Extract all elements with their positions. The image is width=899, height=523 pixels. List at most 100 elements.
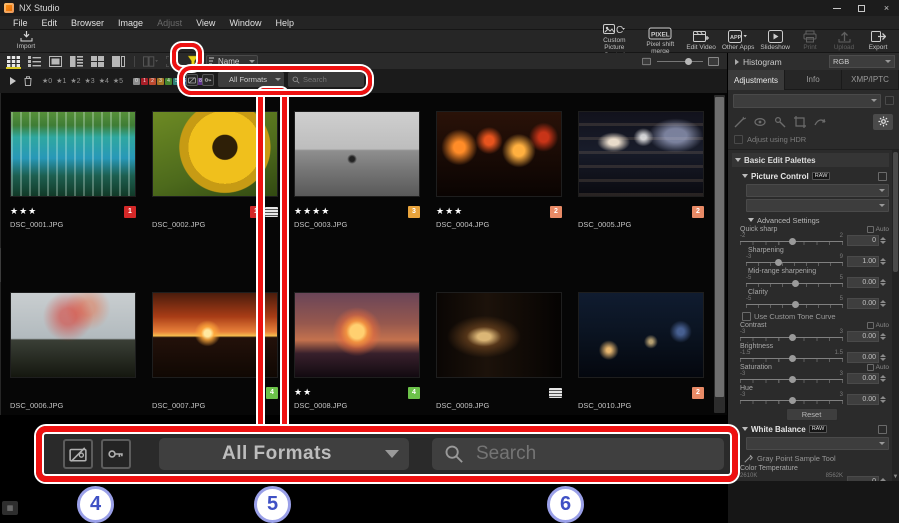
view-single-button[interactable] [48,55,63,67]
slider-value-box[interactable]: 0.00 [847,394,879,405]
slider-track-area[interactable]: -33 [740,330,843,343]
slider-track[interactable] [746,262,843,263]
protected-filter-button-zoomed[interactable] [101,439,131,469]
reset-button[interactable]: Reset [786,408,838,421]
slider-value-box[interactable]: 0.00 [847,352,879,363]
red-eye-icon[interactable] [754,116,766,128]
slider-value-box[interactable]: 1.00 [847,256,879,267]
star-filter-0[interactable]: ★0 [42,77,52,85]
temp-value-box[interactable]: 0 [847,476,879,481]
spinner-arrows[interactable] [880,396,886,403]
spinner-arrows[interactable] [880,300,886,307]
photo-cell[interactable]: ★★★★3DSC_0003.JPG [290,93,432,234]
menu-item-image[interactable]: Image [111,18,150,28]
sort-dropdown[interactable]: Name [206,55,258,67]
slider-track-area[interactable]: -22 [740,234,843,247]
menu-item-edit[interactable]: Edit [35,18,65,28]
star-filter-5[interactable]: ★5 [113,77,123,85]
slider-thumb[interactable] [792,301,799,308]
photo-thumbnail[interactable] [152,111,278,197]
spinner-arrows[interactable] [880,354,886,361]
play-filter-icon[interactable] [10,77,16,85]
retouch-brush-icon[interactable] [734,116,746,128]
hide-camera-filter-button[interactable] [186,74,198,86]
picture-control-header[interactable]: Picture Control RAW [734,169,889,183]
hdr-checkbox[interactable] [734,135,743,144]
large-thumbnail-icon[interactable] [708,57,719,66]
auto-checkbox[interactable] [867,322,874,329]
white-balance-checkbox[interactable] [878,425,887,434]
menu-item-view[interactable]: View [189,18,222,28]
edit-video-button[interactable]: Edit Video [683,30,719,52]
slider-value-box[interactable]: 0.00 [847,373,879,384]
color-label-filter-0[interactable]: 0 [133,78,140,85]
hide-camera-filter-button-zoomed[interactable] [63,439,93,469]
slider-thumb[interactable] [789,334,796,341]
maximize-button[interactable] [849,0,874,16]
photo-thumbnail[interactable] [10,111,136,197]
slider-value-box[interactable]: 0.00 [847,277,879,288]
spinner-arrows[interactable] [880,375,886,382]
expand-arrow-icon[interactable] [735,59,739,65]
slider-thumb[interactable] [792,280,799,287]
slider-track-area[interactable]: -33 [740,372,843,385]
trash-icon[interactable] [24,76,32,86]
menu-item-help[interactable]: Help [268,18,301,28]
photo-thumbnail[interactable] [436,111,562,197]
photo-cell[interactable]: ★★4DSC_0008.JPG [290,234,432,415]
spinner-arrows[interactable] [880,333,886,340]
view-grid-button[interactable] [6,55,21,67]
photo-cell[interactable]: 2DSC_0005.JPG [574,93,716,234]
custom-picture-control-button[interactable]: CCustom Picture Control [591,30,637,52]
slider-track-area[interactable]: -55 [746,297,843,310]
small-thumbnail-icon[interactable] [642,57,651,64]
panel-scrollbar[interactable]: ▼ [892,150,899,481]
star-filter-2[interactable]: ★2 [70,77,80,85]
thumbnail-size-slider[interactable] [657,61,703,62]
color-label-filter-2[interactable]: 2 [149,78,156,85]
photo-thumbnail[interactable] [294,292,420,378]
preset-dropdown[interactable] [733,94,881,108]
photo-cell[interactable]: 4DSC_0007.JPG [148,234,290,415]
slider-thumb[interactable] [789,238,796,245]
format-filter-dropdown-zoomed[interactable]: All Formats [159,438,409,470]
search-input-zoomed[interactable] [476,443,712,465]
slider-track-area[interactable]: -33 [740,393,843,406]
protected-filter-button[interactable] [202,74,214,86]
spinner-arrows[interactable] [880,279,886,286]
photo-cell[interactable]: 1DSC_0002.JPG [148,93,290,234]
export-button[interactable]: Export [861,30,895,52]
spinner-arrows[interactable] [880,258,886,265]
format-filter-dropdown[interactable]: All Formats [218,72,284,87]
menu-item-browser[interactable]: Browser [64,18,111,28]
slider-value-box[interactable]: 0.00 [847,331,879,342]
slider-thumb[interactable] [789,376,796,383]
grid-scrollbar[interactable] [714,95,725,413]
tone-curve-checkbox[interactable] [742,312,751,321]
auto-checkbox[interactable] [867,364,874,371]
slider-thumb[interactable] [789,397,796,404]
photo-thumbnail[interactable] [294,111,420,197]
close-button[interactable]: × [874,0,899,16]
preset-checkbox[interactable] [885,96,894,105]
photo-thumbnail[interactable] [436,292,562,378]
view-list-button[interactable] [27,55,42,67]
view-thumbnail-strip-button[interactable] [90,55,105,67]
filter-button[interactable] [185,55,200,67]
minimize-button[interactable] [824,0,849,16]
photo-thumbnail[interactable] [578,292,704,378]
straighten-icon[interactable] [814,116,826,128]
photo-cell[interactable]: 2DSC_0010.JPG [574,234,716,415]
settings-button[interactable] [873,114,893,130]
tab-xmp-iptc[interactable]: XMP/IPTC [842,70,899,90]
photo-cell[interactable]: DSC_0009.JPG [432,234,574,415]
other-apps-button[interactable]: APPOther Apps [719,30,758,52]
spinner-arrows[interactable] [880,237,886,244]
color-label-filter-3[interactable]: 3 [157,78,164,85]
white-balance-dropdown[interactable] [746,437,889,450]
star-filter-3[interactable]: ★3 [85,77,95,85]
photo-cell[interactable]: ★★★1DSC_0001.JPG [6,93,148,234]
tab-adjustments[interactable]: Adjustments [728,70,785,90]
slider-value-box[interactable]: 0.00 [847,298,879,309]
panel-collapse-handle[interactable]: ◂ [0,248,1,282]
